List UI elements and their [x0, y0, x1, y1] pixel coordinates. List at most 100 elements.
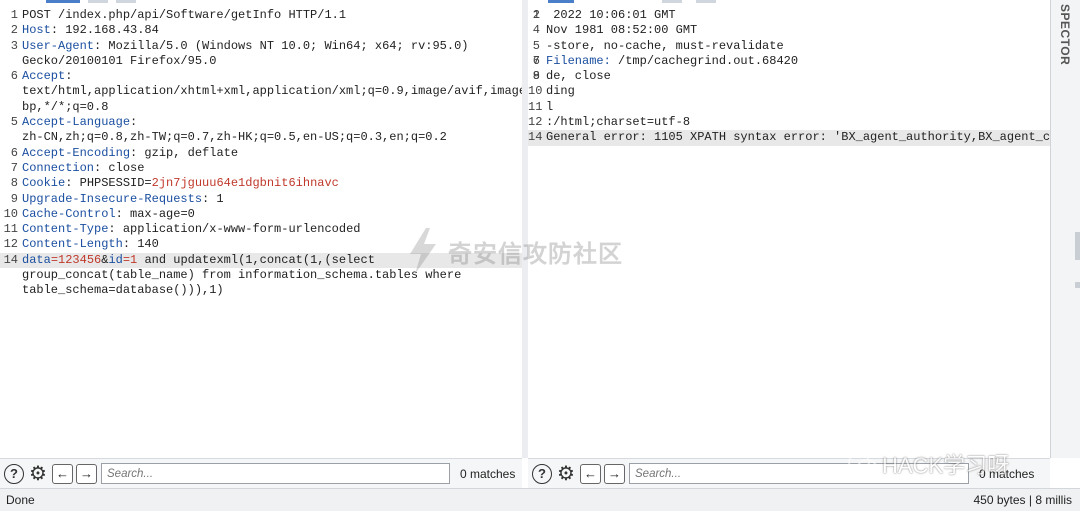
request-line[interactable]: 10 Cache-Control: max-age=0: [0, 207, 522, 222]
wrapped-line[interactable]: group_concat(table_name) from informatio…: [0, 268, 522, 283]
line-number: 7: [532, 53, 540, 68]
next-match-button[interactable]: →: [604, 463, 625, 484]
response-tab-indicator-2[interactable]: [662, 0, 682, 3]
line-text: /tmp/cachegrind.out.68420: [610, 53, 799, 68]
line-number: 9: [10, 191, 18, 206]
line-number: 12: [528, 115, 543, 130]
request-line[interactable]: 8 Cookie: PHPSESSID=2jn7jguuu64e1dgbnit6i…: [0, 176, 522, 191]
wrapped-line[interactable]: bp,*/*;q=0.8: [0, 100, 522, 115]
header-value: gzip, deflate: [137, 145, 239, 160]
line-text: de, close: [546, 69, 611, 84]
response-editor[interactable]: 12 2022 10:06:01 GMT 4 Nov 1981 08:52:00 G…: [528, 0, 1050, 458]
header-colon: :: [50, 23, 59, 38]
request-line[interactable]: 9 Upgrade-Insecure-Requests: 1: [0, 192, 522, 207]
request-line[interactable]: 2 Host: 192.168.43.84: [0, 23, 522, 38]
header-name: Cache-Control: [22, 206, 116, 221]
header-value: application/x-www-form-urlencoded: [115, 222, 361, 237]
header-value: PHPSESSID=: [72, 176, 152, 191]
request-tab-indicator-2[interactable]: [88, 0, 108, 3]
response-line[interactable]: 7 Filename: /tmp/cachegrind.out.68420: [528, 54, 1050, 69]
next-match-button[interactable]: →: [76, 463, 97, 484]
header-name: Accept: [22, 69, 66, 84]
help-icon[interactable]: ?: [4, 463, 24, 484]
line-number: 5: [532, 38, 540, 53]
line-number: 5: [10, 115, 18, 130]
inspector-sidebar[interactable]: SPECTOR: [1050, 0, 1080, 458]
header-colon: :: [122, 237, 131, 252]
response-tab-indicator-3[interactable]: [696, 0, 716, 3]
response-line[interactable]: 10 ding: [528, 84, 1050, 99]
line-number: 1: [10, 8, 18, 22]
request-line[interactable]: 1 POST /index.php/api/Software/getInfo HT…: [0, 8, 522, 23]
header-colon: :: [115, 206, 123, 221]
line-number: 6: [10, 69, 18, 84]
request-line[interactable]: 3 User-Agent: Mozilla/5.0 (Windows NT 10.…: [0, 39, 522, 54]
response-tab-indicator[interactable]: [548, 0, 574, 3]
cookie-value: 2jn7jguuu64e1dgbnit6ihnavc: [151, 176, 339, 191]
header-value: 192.168.43.84: [58, 23, 159, 38]
previous-match-button[interactable]: ←: [580, 463, 601, 484]
header-value: close: [101, 160, 145, 175]
request-line[interactable]: 12 Content-Length: 140: [0, 237, 522, 252]
header-name: Upgrade-Insecure-Requests: [22, 191, 203, 206]
header-name: Connection: [22, 160, 95, 175]
sidebar-scroll-mark[interactable]: [1075, 232, 1080, 260]
line-number: 6: [10, 145, 18, 160]
header-name: Host: [22, 23, 51, 38]
request-line[interactable]: 7 Connection: close: [0, 161, 522, 176]
wrapped-line[interactable]: zh-CN,zh;q=0.8,zh-TW;q=0.7,zh-HK;q=0.5,e…: [0, 130, 522, 145]
wrapped-line[interactable]: text/html,application/xhtml+xml,applicat…: [0, 84, 522, 99]
line-number: 4: [532, 23, 540, 38]
request-code[interactable]: 1 POST /index.php/api/Software/getInfo HT…: [0, 8, 522, 299]
line-number: 11: [3, 222, 18, 237]
request-search-input[interactable]: [101, 463, 450, 484]
response-line[interactable]: 2 2022 10:06:01 GMT: [528, 8, 1050, 23]
request-line[interactable]: 6 Accept-Encoding: gzip, deflate: [0, 146, 522, 161]
header-value: 140: [130, 237, 159, 252]
header-name: Cookie: [22, 176, 66, 191]
sidebar-scroll-mark-2: [1075, 282, 1080, 288]
request-line[interactable]: 11 Content-Type: application/x-www-form-u…: [0, 222, 522, 237]
response-line[interactable]: 4 Nov 1981 08:52:00 GMT: [528, 23, 1050, 38]
header-value: Mozilla/5.0 (Windows NT 10.0; Win64; x64…: [101, 38, 469, 53]
response-line[interactable]: 9 de, close: [528, 69, 1050, 84]
request-line[interactable]: 5 Accept-Language:: [0, 115, 522, 130]
header-name: Accept-Encoding: [22, 145, 131, 160]
response-line[interactable]: 12:/html;charset=utf-8: [528, 115, 1050, 130]
header-colon: :: [108, 222, 116, 237]
header-value: 1: [209, 191, 224, 206]
line-text: 2022 10:06:01 GMT: [546, 8, 676, 22]
line-number: 10: [3, 206, 18, 221]
header-value: max-age=0: [122, 206, 195, 221]
line-number: 7: [10, 160, 18, 175]
param-name: data: [22, 252, 51, 267]
inspector-label[interactable]: SPECTOR: [1058, 4, 1072, 65]
wrapped-line[interactable]: table_schema=database())),1): [0, 283, 522, 298]
header-name: Accept-Language: [22, 115, 131, 130]
response-line[interactable]: 11 l: [528, 100, 1050, 115]
response-search-input[interactable]: [629, 463, 969, 484]
header-name: Filename:: [546, 53, 611, 68]
line-number: 2: [10, 23, 18, 38]
line-text: ding: [546, 84, 575, 99]
response-code[interactable]: 12 2022 10:06:01 GMT 4 Nov 1981 08:52:00 G…: [528, 8, 1050, 146]
gear-icon[interactable]: ⚙: [555, 463, 577, 485]
line-text: General error: 1105 XPATH syntax error: …: [546, 130, 1050, 145]
line-text: POST /index.php/api/Software/getInfo HTT…: [22, 8, 347, 22]
request-tab-indicator-3[interactable]: [116, 0, 136, 3]
request-editor[interactable]: 1 POST /index.php/api/Software/getInfo HT…: [0, 0, 522, 458]
gear-icon[interactable]: ⚙: [27, 463, 49, 485]
help-icon[interactable]: ?: [532, 463, 552, 484]
response-line[interactable]: 5 -store, no-cache, must-revalidate: [528, 39, 1050, 54]
response-line[interactable]: 14 General error: 1105 XPATH syntax error…: [528, 130, 1050, 146]
wrapped-line[interactable]: Gecko/20100101 Firefox/95.0: [0, 54, 522, 69]
response-size-info: 450 bytes | 8 millis: [973, 493, 1073, 507]
previous-match-button[interactable]: ←: [52, 463, 73, 484]
line-number: 2: [532, 8, 540, 22]
request-tab-indicator[interactable]: [46, 0, 80, 3]
response-match-count: 0 matches: [979, 466, 1035, 481]
line-number: 14: [3, 252, 18, 267]
request-body-line[interactable]: 14 data=123456&id=1 and updatexml(1,conca…: [0, 252, 522, 269]
header-colon: :: [65, 69, 73, 84]
request-line[interactable]: 6 Accept:: [0, 69, 522, 84]
